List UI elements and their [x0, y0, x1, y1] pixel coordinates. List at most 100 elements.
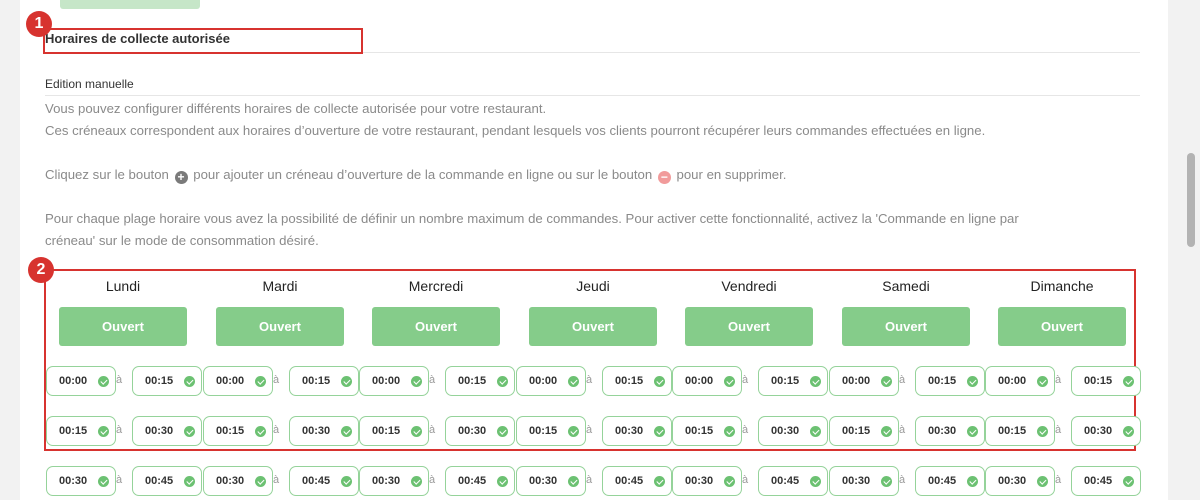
check-circle-icon	[184, 476, 195, 487]
time-value: 00:30	[1084, 425, 1113, 437]
time-separator: à	[429, 424, 436, 436]
time-input-lundi-end[interactable]: 00:15	[132, 366, 202, 396]
check-circle-icon	[341, 476, 352, 487]
time-input-lundi-end[interactable]: 00:30	[132, 416, 202, 446]
check-circle-icon	[654, 426, 665, 437]
time-input-lundi-start[interactable]: 00:00	[46, 366, 116, 396]
time-value: 00:45	[1084, 475, 1113, 487]
open-button-mardi[interactable]: Ouvert	[216, 307, 344, 346]
time-input-mardi-end[interactable]: 00:45	[289, 466, 359, 496]
time-input-jeudi-end[interactable]: 00:15	[602, 366, 672, 396]
time-input-lundi-start[interactable]: 00:15	[46, 416, 116, 446]
time-value: 00:15	[302, 375, 331, 387]
time-value: 00:15	[216, 425, 245, 437]
top-button-stub[interactable]	[60, 0, 200, 9]
time-value: 00:30	[998, 475, 1027, 487]
check-circle-icon	[810, 426, 821, 437]
check-circle-icon	[724, 476, 735, 487]
time-value: 00:30	[302, 425, 331, 437]
time-input-samedi-end[interactable]: 00:15	[915, 366, 985, 396]
day-label-lundi: Lundi	[105, 278, 141, 294]
time-input-jeudi-end[interactable]: 00:30	[602, 416, 672, 446]
check-circle-icon	[654, 476, 665, 487]
time-value: 00:30	[771, 425, 800, 437]
time-input-mardi-end[interactable]: 00:30	[289, 416, 359, 446]
check-circle-icon	[497, 376, 508, 387]
time-value: 00:15	[685, 425, 714, 437]
time-input-dimanche-end[interactable]: 00:30	[1071, 416, 1141, 446]
time-input-mercredi-start[interactable]: 00:15	[359, 416, 429, 446]
time-value: 00:30	[842, 475, 871, 487]
time-input-jeudi-end[interactable]: 00:45	[602, 466, 672, 496]
open-button-vendredi[interactable]: Ouvert	[685, 307, 813, 346]
open-button-mercredi[interactable]: Ouvert	[372, 307, 500, 346]
time-input-jeudi-start[interactable]: 00:30	[516, 466, 586, 496]
time-separator: à	[586, 374, 593, 386]
check-circle-icon	[568, 426, 579, 437]
time-input-mercredi-start[interactable]: 00:30	[359, 466, 429, 496]
time-value: 00:45	[771, 475, 800, 487]
time-input-mercredi-end[interactable]: 00:30	[445, 416, 515, 446]
check-circle-icon	[1123, 476, 1134, 487]
time-input-mercredi-end[interactable]: 00:45	[445, 466, 515, 496]
time-separator: à	[1055, 424, 1062, 436]
time-value: 00:00	[529, 375, 558, 387]
check-circle-icon	[1037, 426, 1048, 437]
time-input-vendredi-start[interactable]: 00:15	[672, 416, 742, 446]
time-value: 00:15	[59, 425, 88, 437]
check-circle-icon	[98, 376, 109, 387]
time-input-mercredi-end[interactable]: 00:15	[445, 366, 515, 396]
time-input-mardi-start[interactable]: 00:15	[203, 416, 273, 446]
time-input-lundi-end[interactable]: 00:45	[132, 466, 202, 496]
open-button-dimanche[interactable]: Ouvert	[998, 307, 1126, 346]
time-separator: à	[116, 424, 123, 436]
time-input-lundi-start[interactable]: 00:30	[46, 466, 116, 496]
time-input-samedi-end[interactable]: 00:45	[915, 466, 985, 496]
time-input-vendredi-end[interactable]: 00:30	[758, 416, 828, 446]
time-input-samedi-start[interactable]: 00:00	[829, 366, 899, 396]
open-button-lundi[interactable]: Ouvert	[59, 307, 187, 346]
check-circle-icon	[497, 426, 508, 437]
time-value: 00:15	[928, 375, 957, 387]
time-input-dimanche-end[interactable]: 00:15	[1071, 366, 1141, 396]
minus-circle-icon: −	[657, 171, 671, 184]
time-input-dimanche-end[interactable]: 00:45	[1071, 466, 1141, 496]
check-circle-icon	[98, 426, 109, 437]
time-input-dimanche-start[interactable]: 00:15	[985, 416, 1055, 446]
time-input-vendredi-end[interactable]: 00:15	[758, 366, 828, 396]
check-circle-icon	[881, 426, 892, 437]
time-input-mardi-start[interactable]: 00:30	[203, 466, 273, 496]
time-input-vendredi-end[interactable]: 00:45	[758, 466, 828, 496]
time-value: 00:15	[1084, 375, 1113, 387]
time-value: 00:45	[145, 475, 174, 487]
time-input-samedi-start[interactable]: 00:30	[829, 466, 899, 496]
time-input-mercredi-start[interactable]: 00:00	[359, 366, 429, 396]
time-value: 00:30	[59, 475, 88, 487]
time-input-dimanche-start[interactable]: 00:30	[985, 466, 1055, 496]
time-input-vendredi-start[interactable]: 00:00	[672, 366, 742, 396]
day-label-mardi: Mardi	[262, 278, 298, 294]
time-separator: à	[899, 474, 906, 486]
time-input-mardi-start[interactable]: 00:00	[203, 366, 273, 396]
time-separator: à	[899, 424, 906, 436]
time-input-samedi-start[interactable]: 00:15	[829, 416, 899, 446]
time-input-vendredi-start[interactable]: 00:30	[672, 466, 742, 496]
check-circle-icon	[654, 376, 665, 387]
annotation-box-1	[43, 28, 363, 54]
day-label-mercredi: Mercredi	[408, 278, 464, 294]
time-input-samedi-end[interactable]: 00:30	[915, 416, 985, 446]
time-input-dimanche-start[interactable]: 00:00	[985, 366, 1055, 396]
time-input-jeudi-start[interactable]: 00:00	[516, 366, 586, 396]
open-button-jeudi[interactable]: Ouvert	[529, 307, 657, 346]
check-circle-icon	[411, 376, 422, 387]
time-separator: à	[586, 424, 593, 436]
time-separator: à	[742, 374, 749, 386]
open-button-samedi[interactable]: Ouvert	[842, 307, 970, 346]
check-circle-icon	[255, 376, 266, 387]
description-line-3-middle: pour ajouter un créneau d’ouverture de l…	[193, 167, 653, 182]
time-value: 00:30	[928, 425, 957, 437]
scrollbar-thumb[interactable]	[1187, 153, 1195, 247]
time-input-jeudi-start[interactable]: 00:15	[516, 416, 586, 446]
check-circle-icon	[184, 376, 195, 387]
time-input-mardi-end[interactable]: 00:15	[289, 366, 359, 396]
